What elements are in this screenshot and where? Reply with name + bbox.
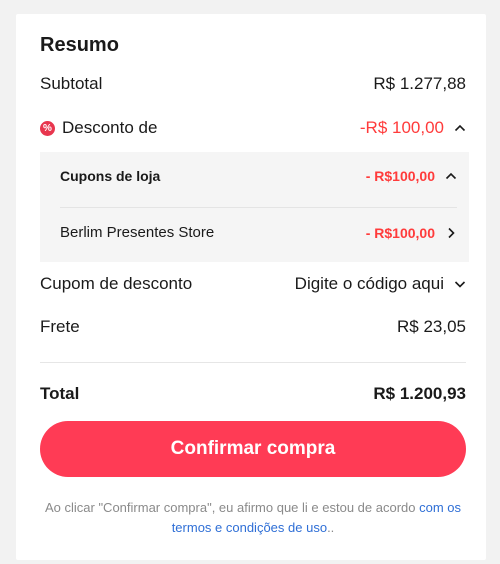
divider (60, 207, 457, 208)
shipping-value: R$ 23,05 (397, 317, 466, 336)
discount-details-panel: Cupons de loja - R$100,00 Berlim Present… (40, 152, 469, 262)
subtotal-label: Subtotal (40, 74, 103, 93)
discount-value: -R$ 100,00 (359, 118, 444, 137)
total-label: Total (40, 384, 80, 403)
subtotal-row: Subtotal R$ 1.277,88 (40, 74, 466, 94)
chevron-down-icon[interactable] (454, 278, 466, 290)
coupon-label: Cupom de desconto (40, 274, 193, 293)
disclaimer-text: Ao clicar "Confirmar compra", eu afirmo … (44, 500, 420, 515)
chevron-up-icon[interactable] (445, 170, 457, 182)
store-coupon-value: - R$100,00 (365, 224, 435, 241)
subtotal-value: R$ 1.277,88 (373, 74, 466, 93)
shipping-row: Frete R$ 23,05 (40, 317, 466, 337)
shipping-label: Frete (40, 317, 80, 336)
chevron-up-icon[interactable] (454, 122, 466, 134)
divider (40, 362, 466, 363)
discount-row[interactable]: % Desconto de -R$ 100,00 (40, 118, 466, 138)
store-coupons-row[interactable]: Cupons de loja - R$100,00 (60, 168, 457, 184)
disclaimer-suffix: .. (327, 520, 335, 535)
store-coupon-item[interactable]: Berlim Presentes Store - R$100,00 (60, 224, 457, 241)
percent-badge-icon: % (40, 120, 55, 136)
confirm-purchase-button[interactable]: Confirmar compra (40, 421, 466, 477)
coupon-row[interactable]: Cupom de desconto Digite o código aqui (40, 274, 466, 294)
order-summary-card: Resumo Subtotal R$ 1.277,88 % Desconto d… (16, 14, 486, 560)
coupon-code-input[interactable]: Digite o código aqui (295, 274, 444, 294)
store-coupons-value: - R$100,00 (365, 168, 435, 184)
chevron-right-icon[interactable] (445, 227, 457, 239)
summary-title: Resumo (40, 34, 119, 56)
store-coupons-label: Cupons de loja (60, 168, 161, 184)
total-row: Total R$ 1.200,93 (40, 384, 466, 404)
discount-label: Desconto de (62, 118, 158, 137)
total-value: R$ 1.200,93 (373, 384, 466, 403)
store-name: Berlim Presentes Store (60, 224, 215, 241)
terms-disclaimer: Ao clicar "Confirmar compra", eu afirmo … (40, 498, 466, 538)
